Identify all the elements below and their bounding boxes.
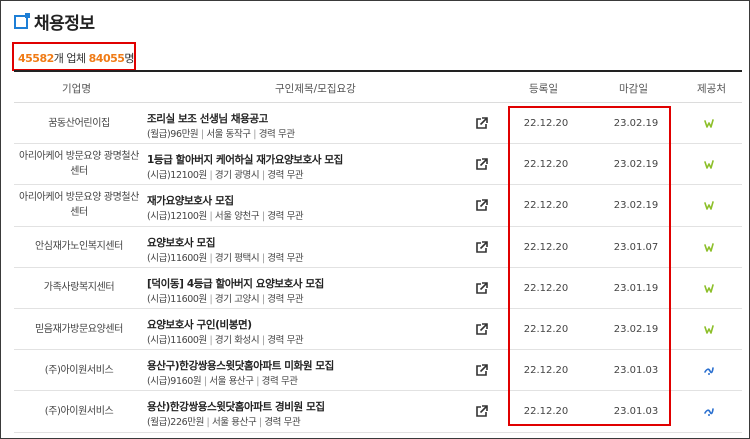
external-link-icon[interactable] (475, 281, 488, 295)
pay-type: (월급) (147, 417, 171, 429)
company-name[interactable]: (주)아이원서비스 (14, 391, 144, 431)
header-deadline: 마감일 (619, 83, 648, 95)
job-meta: (시급)12100원 | 서울 양천구 | 경력 무관 (147, 211, 304, 223)
job-region: 서울 동작구 (206, 129, 251, 140)
company-name[interactable]: 아리아케어 방문요양 광명철산센터 (14, 185, 144, 225)
job-meta: (월급)96만원 | 서울 동작구 | 경력 무관 (147, 129, 295, 140)
pay-type: (시급) (147, 170, 171, 182)
worknet-w-icon[interactable] (704, 242, 714, 252)
job-career: 경력 무관 (267, 293, 304, 305)
job-region: 서울 용산구 (209, 376, 254, 388)
header-provider: 제공처 (697, 83, 726, 95)
job-meta: (월급)226만원 | 서울 용산구 | 경력 무관 (147, 417, 301, 429)
job-career: 경력 무관 (264, 417, 301, 429)
worknet-w-icon[interactable] (704, 201, 714, 211)
pay-type: (시급) (147, 376, 171, 388)
job-meta: (시급)12100원 | 경기 광명시 | 경력 무관 (147, 170, 304, 182)
pay-type: (시급) (147, 252, 171, 264)
job-career: 경력 무관 (258, 129, 295, 140)
pay-type: (시급) (147, 293, 171, 305)
header-company: 기업명 (62, 83, 91, 95)
table-header: 기업명 구인제목/모집요강 등록일 마감일 제공처 (14, 72, 742, 103)
job-title-link[interactable]: 요양보호사 구인(비봉면) (147, 317, 252, 332)
pay-amount: 11600원 (170, 293, 207, 305)
page-header: 채용정보 (14, 9, 95, 34)
job-region: 서울 양천구 (214, 211, 260, 223)
job-title-link[interactable]: 요양보호사 모집 (147, 235, 215, 250)
company-count-unit: 개 업체 (53, 52, 86, 65)
job-career: 경력 무관 (261, 376, 298, 388)
job-title-link[interactable]: [덕이동] 4등급 할아버지 요양보호사 모집 (147, 276, 324, 291)
job-region: 서울 용산구 (211, 417, 257, 429)
result-count: 45582개 업체 84055명 (12, 42, 136, 71)
job-title-link[interactable]: 1등급 할아버지 케어하실 재가요양보호사 모집 (147, 152, 343, 167)
pay-amount: 9160원 (170, 376, 202, 388)
company-name[interactable]: 아리아케어 방문요양 광명철산센터 (14, 144, 144, 184)
pay-type: (시급) (147, 211, 171, 223)
pay-type: (월급) (147, 129, 171, 140)
worknet-w-icon[interactable] (704, 160, 714, 169)
square-corner-icon (14, 12, 30, 29)
senuri-icon[interactable] (704, 366, 714, 376)
company-name[interactable]: 믿음재가방문요양센터 (14, 309, 144, 349)
pay-amount: 11600원 (170, 334, 207, 346)
date-highlight-box (508, 106, 671, 426)
pay-type: (시급) (147, 334, 171, 346)
senuri-icon[interactable] (704, 407, 714, 417)
job-title-link[interactable]: 용산구)한강쌍용스윗닷홈아파트 미화원 모집 (147, 358, 334, 373)
job-career: 경력 무관 (267, 170, 304, 182)
company-count: 45582 (18, 52, 54, 65)
external-link-icon[interactable] (475, 117, 488, 130)
job-career: 경력 무관 (267, 334, 304, 346)
pay-amount: 96만원 (170, 129, 199, 140)
company-name[interactable]: 안심재가노인복지센터 (14, 227, 144, 267)
header-reg-date: 등록일 (529, 83, 558, 95)
external-link-icon[interactable] (475, 199, 488, 212)
job-title-link[interactable]: 재가요양보호사 모집 (147, 193, 234, 208)
pay-amount: 12100원 (170, 211, 207, 223)
company-name[interactable]: 가족사랑복지센터 (14, 268, 144, 308)
worknet-w-icon[interactable] (704, 283, 714, 293)
external-link-icon[interactable] (475, 405, 488, 418)
external-link-icon[interactable] (475, 323, 488, 336)
pay-amount: 226만원 (170, 417, 204, 429)
pay-amount: 12100원 (170, 170, 207, 182)
job-title-link[interactable]: 조리실 보조 선생님 채용공고 (147, 111, 268, 126)
external-link-icon[interactable] (475, 158, 488, 171)
company-name[interactable]: 꿈동산어린이집 (14, 103, 144, 143)
job-region: 경기 평택시 (214, 252, 260, 264)
job-meta: (시급)11600원 | 경기 고양시 | 경력 무관 (147, 293, 304, 305)
job-region: 경기 화성시 (214, 334, 260, 346)
job-meta: (시급)11600원 | 경기 평택시 | 경력 무관 (147, 252, 304, 264)
job-region: 경기 고양시 (214, 293, 260, 305)
job-title-link[interactable]: 용산)한강쌍용스윗닷홈아파트 경비원 모집 (147, 399, 325, 414)
external-link-icon[interactable] (475, 364, 488, 377)
people-count: 84055 (88, 52, 125, 65)
company-name[interactable]: (주)아이원서비스 (14, 350, 144, 390)
external-link-icon[interactable] (475, 240, 488, 254)
job-career: 경력 무관 (267, 252, 304, 264)
worknet-w-icon[interactable] (704, 325, 714, 334)
page-title: 채용정보 (34, 14, 95, 34)
job-meta: (시급)11600원 | 경기 화성시 | 경력 무관 (147, 334, 304, 346)
header-job: 구인제목/모집요강 (275, 83, 356, 95)
worknet-w-icon[interactable] (704, 119, 714, 128)
job-region: 경기 광명시 (214, 170, 260, 182)
job-meta: (시급)9160원 | 서울 용산구 | 경력 무관 (147, 376, 298, 388)
job-career: 경력 무관 (267, 211, 304, 223)
people-count-unit: 명 (124, 52, 135, 65)
pay-amount: 11600원 (170, 252, 207, 264)
